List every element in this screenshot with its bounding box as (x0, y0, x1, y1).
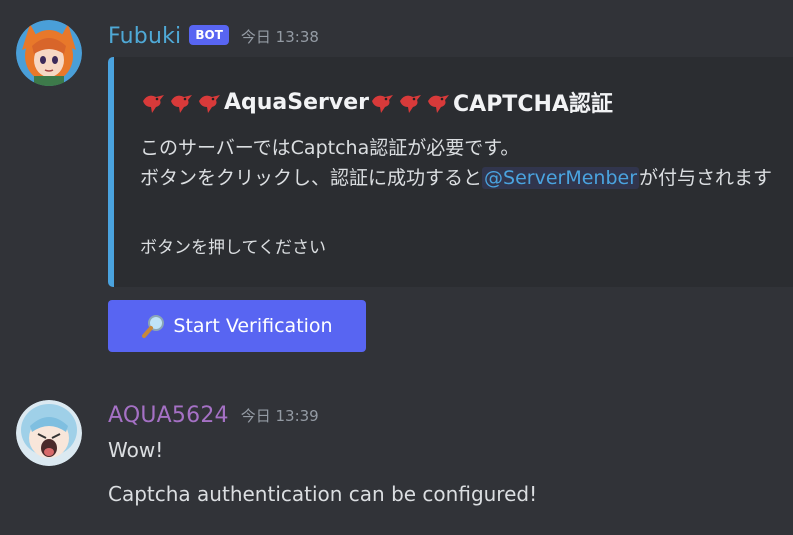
bot-badge: BOT (189, 25, 229, 45)
magnifying-glass-icon (141, 313, 167, 339)
username[interactable]: Fubuki (108, 24, 181, 49)
message-header: Fubuki BOT 今日 13:38 (108, 20, 319, 52)
message-header: AQUA5624 今日 13:39 (108, 400, 319, 430)
bird-emoji-icon (369, 89, 395, 115)
embed-footer: ボタンを押してください (140, 238, 326, 258)
bird-emoji-icon (140, 89, 166, 115)
start-verification-label: Start Verification (173, 315, 333, 337)
embed-card: AquaServer CAPTCHA認証 このサーバーではCaptcha認証が必… (108, 57, 793, 287)
fox-girl-avatar[interactable] (16, 20, 82, 86)
embed-desc-line1: このサーバーではCaptcha認証が必要です。 (140, 137, 520, 159)
message-text: Wow! (108, 438, 164, 462)
role-mention[interactable]: @ServerMenber (482, 167, 640, 189)
timestamp: 今日 13:39 (240, 406, 319, 425)
username[interactable]: AQUA5624 (108, 403, 229, 428)
timestamp: 今日 13:38 (240, 27, 319, 46)
embed-title: AquaServer CAPTCHA認証 (140, 85, 613, 119)
chat-area: Fubuki BOT 今日 13:38 AquaServer CAPTCHA認証… (0, 0, 793, 535)
embed-desc-line2-end: が付与されます (639, 167, 773, 189)
message-text: Captcha authentication can be configured… (108, 482, 538, 506)
embed-title-captcha: CAPTCHA認証 (453, 92, 613, 117)
embed-title-server: AquaServer (224, 89, 370, 115)
aqua-avatar[interactable] (16, 400, 82, 466)
start-verification-button[interactable]: Start Verification (108, 300, 366, 352)
bird-emoji-icon (168, 89, 194, 115)
embed-desc-line2: ボタンをクリックし、認証に成功すると (140, 167, 483, 189)
bird-emoji-icon (196, 89, 222, 115)
bird-emoji-icon (397, 89, 423, 115)
bird-emoji-icon (425, 89, 451, 115)
